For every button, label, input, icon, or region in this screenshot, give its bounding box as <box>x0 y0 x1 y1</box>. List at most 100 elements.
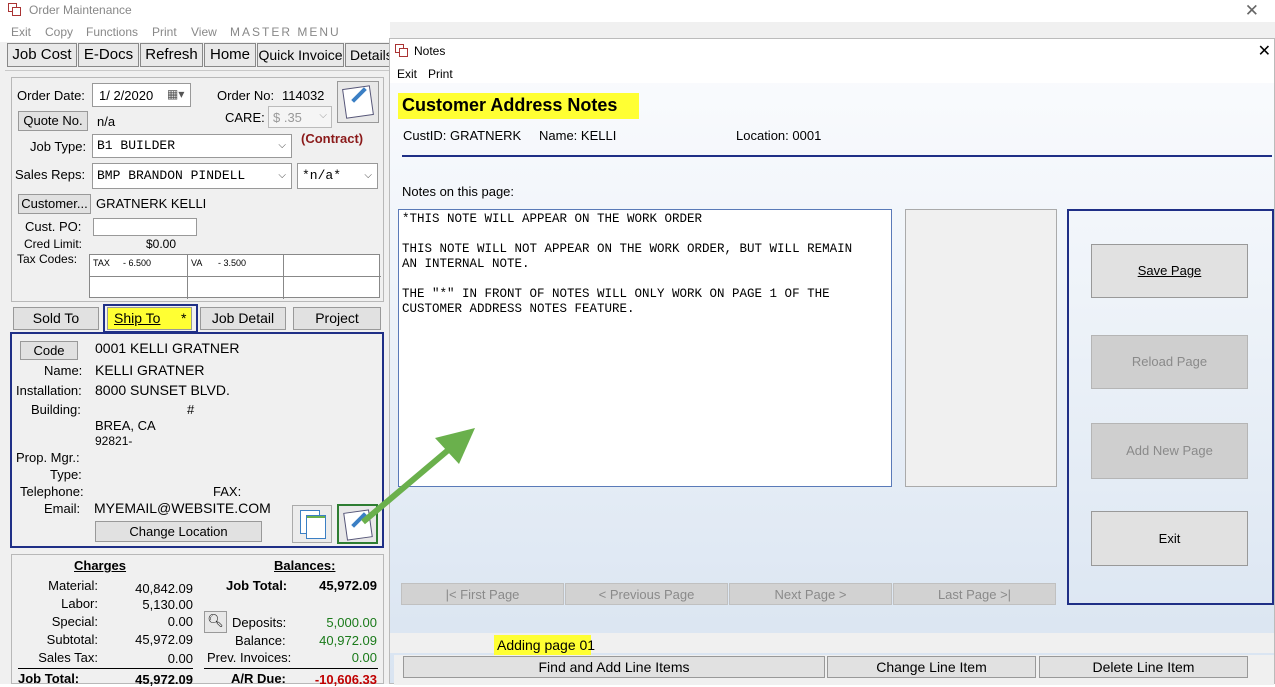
refresh-button[interactable]: Refresh <box>140 43 203 67</box>
bal-job-total-value: 45,972.09 <box>319 578 377 593</box>
labor-label: Labor: <box>61 596 98 611</box>
sales-rep2-select[interactable]: *n/a* ⌵ <box>297 163 378 189</box>
job-cost-button[interactable]: Job Cost <box>7 43 77 67</box>
sales-rep-select[interactable]: BMP BRANDON PINDELL ⌵ <box>92 163 292 189</box>
customer-value: GRATNERK KELLI <box>96 196 207 211</box>
deposits-label: Deposits: <box>232 615 287 630</box>
zip-value: 92821- <box>95 434 133 448</box>
e-docs-button[interactable]: E-Docs <box>78 43 139 67</box>
delete-line-item-button[interactable]: Delete Line Item <box>1039 656 1248 678</box>
notes-close-icon[interactable]: ✕ <box>1258 41 1271 60</box>
previous-page-button[interactable]: < Previous Page <box>565 583 728 605</box>
note-line: THIS NOTE WILL NOT APPEAR ON THE WORK OR… <box>402 242 853 256</box>
notes-cust-id: CustID: GRATNERK <box>403 128 522 143</box>
last-page-button[interactable]: Last Page >| <box>893 583 1056 605</box>
annotation-arrow-icon <box>361 428 475 525</box>
tab-ship-to[interactable]: Ship To * <box>107 307 192 330</box>
grid-divider <box>283 255 284 299</box>
cust-po-label: Cust. PO: <box>25 219 82 234</box>
main-close-icon[interactable]: ✕ <box>1245 1 1259 21</box>
material-label: Material: <box>48 578 98 593</box>
change-line-item-button[interactable]: Change Line Item <box>827 656 1036 678</box>
grid-divider <box>187 255 188 299</box>
name-value: KELLI GRATNER <box>95 362 205 378</box>
chevron-down-icon: ⌵ <box>278 140 286 151</box>
change-location-button[interactable]: Change Location <box>95 521 262 542</box>
job-type-select[interactable]: B1 BUILDER ⌵ <box>92 134 292 158</box>
tax-codes-label: Tax Codes: <box>17 252 78 266</box>
note-line: CUSTOMER ADDRESS NOTES FEATURE. <box>402 302 635 316</box>
menu-functions[interactable]: Functions <box>86 25 138 39</box>
main-title-bar: Order Maintenance ✕ <box>0 0 1275 22</box>
tax2-value: - 3.500 <box>218 258 247 268</box>
notes-name: Name: KELLI <box>539 128 617 143</box>
tab-project[interactable]: Project <box>293 307 381 330</box>
prop-mgr-label: Prop. Mgr.: <box>16 450 80 465</box>
special-label: Special: <box>51 614 98 629</box>
sales-tax-value: 0.00 <box>167 651 193 666</box>
toolbar-divider <box>5 70 390 71</box>
details-button[interactable]: Details <box>345 43 395 67</box>
menu-master[interactable]: MASTER MENU <box>230 25 341 39</box>
menu-copy[interactable]: Copy <box>45 25 73 39</box>
deposits-value: 5,000.00 <box>326 615 377 630</box>
first-page-button[interactable]: |< First Page <box>401 583 564 605</box>
notes-menu-exit[interactable]: Exit <box>397 67 417 81</box>
sales-rep-value: BMP BRANDON PINDELL <box>97 168 246 183</box>
labor-value: 5,130.00 <box>142 597 193 612</box>
quote-no-button[interactable]: Quote No. <box>18 111 88 131</box>
search-icon[interactable]: 🔍︎ <box>204 611 227 633</box>
customer-button[interactable]: Customer... <box>18 194 91 214</box>
building-hash: # <box>187 402 195 417</box>
care-select[interactable]: $ .35 ⌵ <box>268 106 332 128</box>
add-new-page-button[interactable]: Add New Page <box>1091 423 1248 479</box>
city-value: BREA, CA <box>95 418 156 433</box>
notes-on-page-label: Notes on this page: <box>402 184 515 199</box>
menu-print[interactable]: Print <box>152 25 177 39</box>
order-date-field[interactable]: 1/ 2/2020 ▦▾ <box>92 83 191 107</box>
calendar-icon[interactable]: ▦▾ <box>167 87 184 101</box>
balances-divider <box>204 668 378 669</box>
tab-job-detail[interactable]: Job Detail <box>200 307 286 330</box>
save-page-button[interactable]: Save Page <box>1091 244 1248 298</box>
notes-title: Notes <box>414 44 446 58</box>
order-no-label: Order No: <box>217 88 275 103</box>
tab-sold-to[interactable]: Sold To <box>13 307 99 330</box>
cred-limit-label: Cred Limit: <box>24 237 83 251</box>
bal-job-total-label: Job Total: <box>226 578 288 593</box>
email-label: Email: <box>44 501 81 516</box>
code-button[interactable]: Code <box>20 341 78 360</box>
name-label: Name: <box>44 363 83 378</box>
chevron-down-icon: ⌵ <box>278 170 286 181</box>
notes-title-bar: Notes ✕ <box>390 39 1274 63</box>
save-page-label: Save Page <box>1137 263 1202 278</box>
home-button[interactable]: Home <box>204 43 256 67</box>
find-add-line-items-button[interactable]: Find and Add Line Items <box>403 656 825 678</box>
exit-button[interactable]: Exit <box>1091 511 1248 566</box>
next-page-button[interactable]: Next Page > <box>729 583 892 605</box>
notes-menu-print[interactable]: Print <box>428 67 453 81</box>
contract-label: (Contract) <box>301 131 364 146</box>
menu-exit[interactable]: Exit <box>11 25 31 39</box>
cust-po-input[interactable] <box>93 218 197 236</box>
notes-edit-icon-button[interactable] <box>337 81 379 123</box>
quick-invoice-button[interactable]: Quick Invoice <box>257 43 344 67</box>
fax-label: FAX: <box>213 484 242 499</box>
main-window-title: Order Maintenance <box>29 3 132 17</box>
care-value: $ .35 <box>273 110 302 125</box>
app-icon <box>8 3 22 17</box>
reload-page-button[interactable]: Reload Page <box>1091 335 1248 389</box>
heading-divider <box>402 155 1272 157</box>
menu-view[interactable]: View <box>191 25 217 39</box>
telephone-label: Telephone: <box>20 484 84 499</box>
add-new-page-label: Add New Page <box>1126 443 1213 458</box>
ar-due-value: -10,606.33 <box>314 672 377 687</box>
copy-address-button[interactable] <box>292 505 332 543</box>
balance-value: 40,972.09 <box>319 633 377 648</box>
type-label: Type: <box>50 467 82 482</box>
balance-label: Balance: <box>235 633 286 648</box>
chevron-down-icon: ⌵ <box>364 170 372 181</box>
order-no-value: 114032 <box>282 88 325 103</box>
tax-codes-grid: TAX - 6.500 VA - 3.500 <box>89 254 381 299</box>
prev-invoices-label: Prev. Invoices: <box>207 650 292 665</box>
